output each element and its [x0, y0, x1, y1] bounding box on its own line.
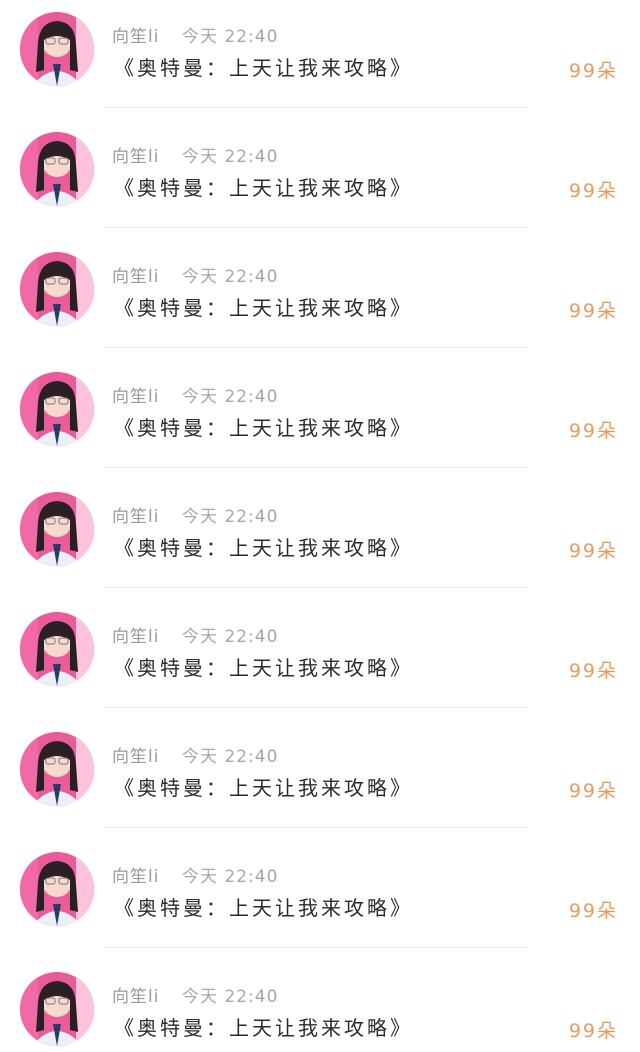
avatar[interactable] — [20, 132, 94, 206]
avatar-image — [20, 252, 94, 326]
message-list: 向笙li 今天 22:40 《奥特曼：上天让我来攻略》 99朵 向笙li 今天 … — [0, 0, 640, 1052]
list-item[interactable]: 向笙li 今天 22:40 《奥特曼：上天让我来攻略》 99朵 — [0, 960, 640, 1052]
flower-count: 99朵 — [568, 180, 618, 202]
timestamp: 今天 22:40 — [182, 267, 279, 287]
flower-count: 99朵 — [568, 1020, 618, 1042]
message-text: 《奥特曼：上天让我来攻略》 — [114, 296, 413, 320]
avatar[interactable] — [20, 612, 94, 686]
list-item[interactable]: 向笙li 今天 22:40 《奥特曼：上天让我来攻略》 99朵 — [0, 360, 640, 480]
flower-count: 99朵 — [568, 900, 618, 922]
timestamp: 今天 22:40 — [182, 147, 279, 167]
message-text: 《奥特曼：上天让我来攻略》 — [114, 656, 413, 680]
timestamp: 今天 22:40 — [182, 747, 279, 767]
message-text: 《奥特曼：上天让我来攻略》 — [114, 1016, 413, 1040]
timestamp: 今天 22:40 — [182, 867, 279, 887]
username[interactable]: 向笙li — [112, 622, 159, 647]
flower-count: 99朵 — [568, 660, 618, 682]
divider — [104, 827, 528, 828]
flower-count: 99朵 — [568, 780, 618, 802]
avatar-image — [20, 132, 94, 206]
avatar[interactable] — [20, 972, 94, 1046]
list-item[interactable]: 向笙li 今天 22:40 《奥特曼：上天让我来攻略》 99朵 — [0, 240, 640, 360]
username[interactable]: 向笙li — [112, 982, 159, 1007]
avatar[interactable] — [20, 852, 94, 926]
list-item[interactable]: 向笙li 今天 22:40 《奥特曼：上天让我来攻略》 99朵 — [0, 720, 640, 840]
avatar[interactable] — [20, 492, 94, 566]
message-text: 《奥特曼：上天让我来攻略》 — [114, 536, 413, 560]
divider — [104, 227, 528, 228]
avatar-image — [20, 492, 94, 566]
avatar-image — [20, 12, 94, 86]
avatar[interactable] — [20, 732, 94, 806]
avatar[interactable] — [20, 252, 94, 326]
flower-count: 99朵 — [568, 300, 618, 322]
timestamp: 今天 22:40 — [182, 507, 279, 527]
username[interactable]: 向笙li — [112, 262, 159, 287]
message-text: 《奥特曼：上天让我来攻略》 — [114, 416, 413, 440]
timestamp: 今天 22:40 — [182, 387, 279, 407]
list-item[interactable]: 向笙li 今天 22:40 《奥特曼：上天让我来攻略》 99朵 — [0, 840, 640, 960]
message-text: 《奥特曼：上天让我来攻略》 — [114, 896, 413, 920]
flower-count: 99朵 — [568, 420, 618, 442]
message-text: 《奥特曼：上天让我来攻略》 — [114, 176, 413, 200]
avatar-image — [20, 852, 94, 926]
avatar-image — [20, 972, 94, 1046]
divider — [104, 347, 528, 348]
username[interactable]: 向笙li — [112, 382, 159, 407]
username[interactable]: 向笙li — [112, 742, 159, 767]
list-item[interactable]: 向笙li 今天 22:40 《奥特曼：上天让我来攻略》 99朵 — [0, 600, 640, 720]
timestamp: 今天 22:40 — [182, 987, 279, 1007]
message-text: 《奥特曼：上天让我来攻略》 — [114, 56, 413, 80]
avatar-image — [20, 732, 94, 806]
divider — [104, 467, 528, 468]
list-item[interactable]: 向笙li 今天 22:40 《奥特曼：上天让我来攻略》 99朵 — [0, 120, 640, 240]
message-text: 《奥特曼：上天让我来攻略》 — [114, 776, 413, 800]
username[interactable]: 向笙li — [112, 142, 159, 167]
avatar-image — [20, 612, 94, 686]
avatar[interactable] — [20, 12, 94, 86]
timestamp: 今天 22:40 — [182, 27, 279, 47]
list-item[interactable]: 向笙li 今天 22:40 《奥特曼：上天让我来攻略》 99朵 — [0, 0, 640, 120]
username[interactable]: 向笙li — [112, 22, 159, 47]
divider — [104, 707, 528, 708]
list-item[interactable]: 向笙li 今天 22:40 《奥特曼：上天让我来攻略》 99朵 — [0, 480, 640, 600]
flower-count: 99朵 — [568, 60, 618, 82]
avatar-image — [20, 372, 94, 446]
flower-count: 99朵 — [568, 540, 618, 562]
divider — [104, 947, 528, 948]
divider — [104, 587, 528, 588]
username[interactable]: 向笙li — [112, 862, 159, 887]
username[interactable]: 向笙li — [112, 502, 159, 527]
timestamp: 今天 22:40 — [182, 627, 279, 647]
divider — [104, 107, 528, 108]
avatar[interactable] — [20, 372, 94, 446]
